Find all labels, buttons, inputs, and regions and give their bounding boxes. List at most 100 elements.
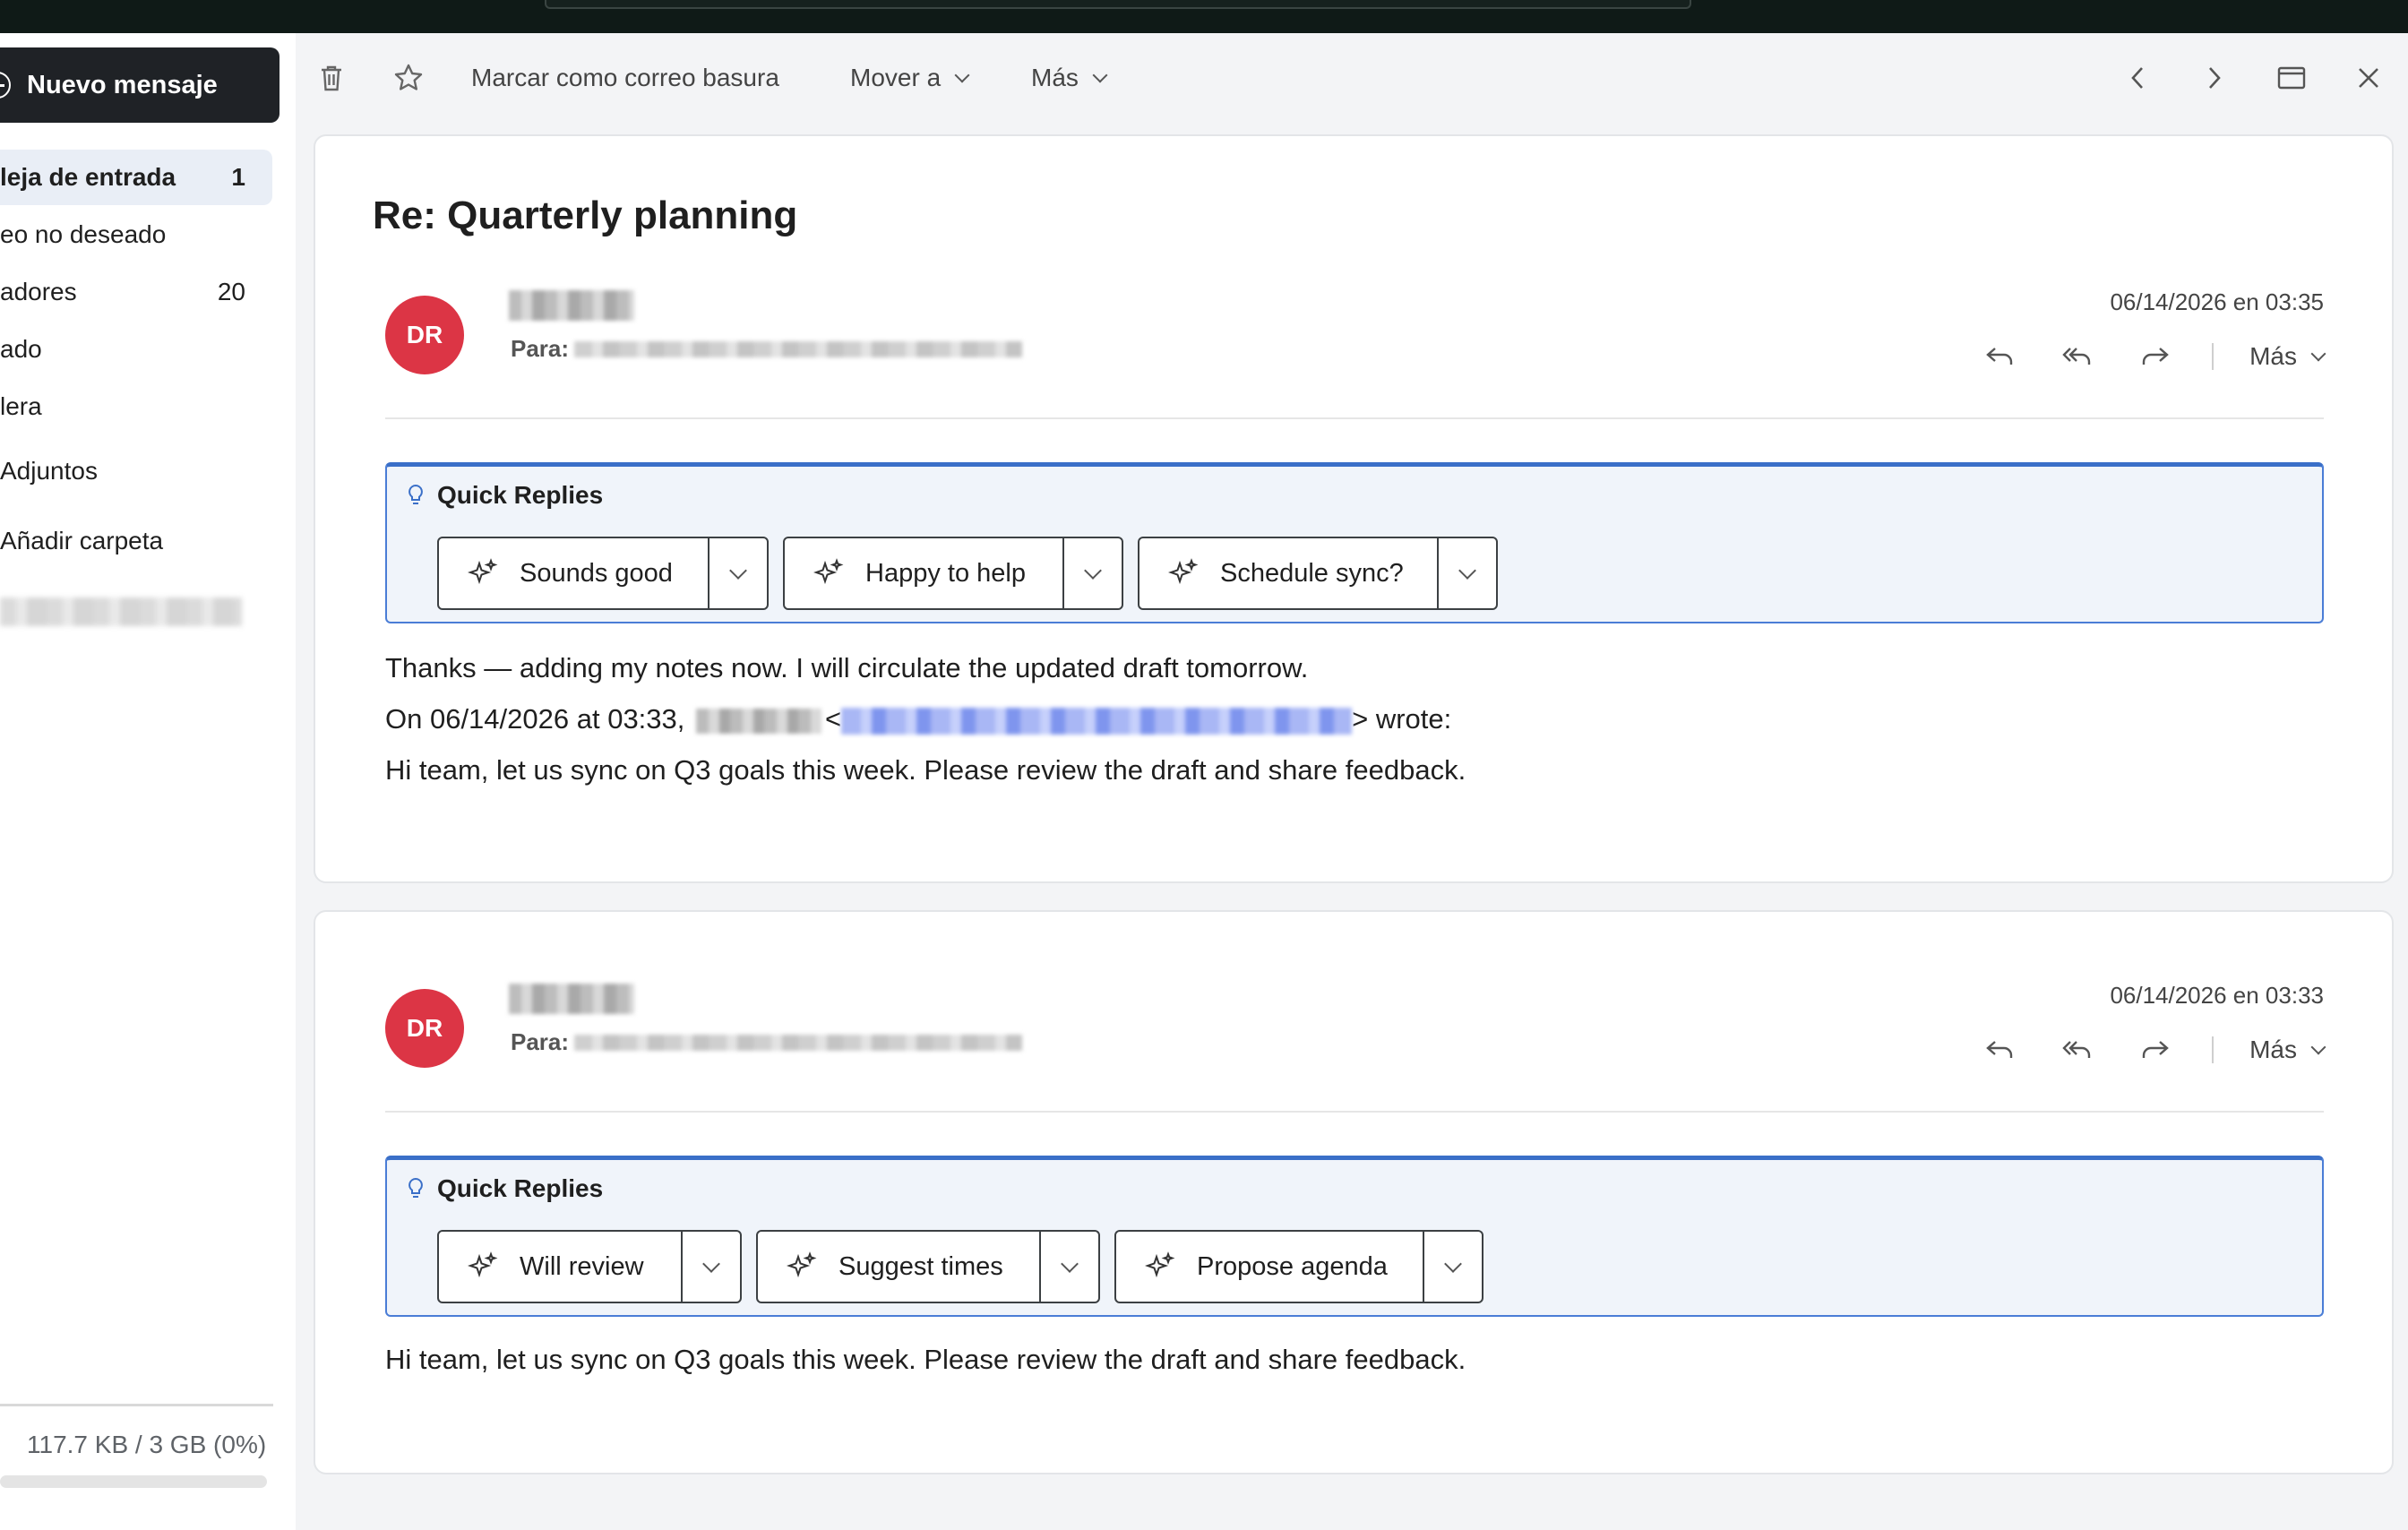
add-folder-button[interactable]: Añadir carpeta xyxy=(0,513,272,569)
folder-label: leja de entrada xyxy=(0,163,176,191)
sidebar-item-attachments[interactable]: Adjuntos xyxy=(0,443,272,499)
actions-divider xyxy=(2212,1036,2214,1063)
chevron-down-icon xyxy=(1092,67,1108,83)
quick-reply-label: Suggest times xyxy=(838,1251,1003,1281)
sender-name-redacted xyxy=(509,290,634,321)
compose-button[interactable]: Nuevo mensaje xyxy=(0,47,280,123)
quote-header-line: On 06/14/2026 at 03:33, < > wrote: xyxy=(385,703,1451,735)
message-more-dropdown[interactable]: Más xyxy=(2249,1036,2326,1064)
to-label: Para: xyxy=(511,335,570,362)
quick-reply-options-toggle[interactable] xyxy=(708,538,767,608)
window-icon[interactable] xyxy=(2274,60,2309,96)
reply-all-icon[interactable] xyxy=(2058,337,2097,376)
more-label: Más xyxy=(1031,64,1079,91)
chevron-down-icon xyxy=(1444,1255,1463,1273)
quick-reply-main[interactable]: Schedule sync? xyxy=(1140,538,1437,608)
quick-reply-options-toggle[interactable] xyxy=(1062,538,1122,608)
quote-prefix: On 06/14/2026 at 03:33, xyxy=(385,703,685,735)
quick-reply-label: Propose agenda xyxy=(1197,1251,1388,1281)
chevron-right-icon[interactable] xyxy=(2197,60,2232,96)
quick-reply-label: Sounds good xyxy=(520,558,673,588)
message-card: DR Para: 06/14/2026 en 03:33 Más Quick R… xyxy=(314,910,2394,1474)
move-to-label: Mover a xyxy=(850,64,942,91)
quick-reply-main[interactable]: Will review xyxy=(439,1232,681,1302)
quick-replies-title-text: Quick Replies xyxy=(437,481,604,509)
quoted-body-line: Hi team, let us sync on Q3 goals this we… xyxy=(385,754,1466,786)
chevron-down-icon xyxy=(954,67,970,83)
quick-reply-main[interactable]: Suggest times xyxy=(758,1232,1039,1302)
folder-label: eo no deseado xyxy=(0,220,167,248)
chevron-down-icon xyxy=(1458,562,1477,580)
move-to-dropdown[interactable]: Mover a xyxy=(850,62,970,94)
sidebar-item-trash[interactable]: lera xyxy=(0,379,272,434)
mark-spam-button[interactable]: Marcar como correo basura xyxy=(471,62,779,94)
quick-reply-button[interactable]: Propose agenda xyxy=(1114,1230,1484,1303)
quick-reply-button[interactable]: Schedule sync? xyxy=(1138,537,1498,610)
sparkle-icon xyxy=(468,558,498,585)
chevron-down-icon xyxy=(729,562,748,580)
search-bar[interactable] xyxy=(545,0,1691,9)
quick-reply-options-toggle[interactable] xyxy=(1423,1232,1482,1302)
reply-icon[interactable] xyxy=(1981,337,2020,376)
message-actions: Más xyxy=(1981,337,2326,376)
star-icon[interactable] xyxy=(391,60,426,96)
chevron-left-icon[interactable] xyxy=(2120,60,2155,96)
message-body-line: Hi team, let us sync on Q3 goals this we… xyxy=(385,1344,1466,1375)
quick-reply-button[interactable]: Sounds good xyxy=(437,537,769,610)
reply-icon[interactable] xyxy=(1981,1030,2020,1070)
sparkle-icon xyxy=(1145,1251,1175,1278)
chevron-down-icon xyxy=(702,1255,721,1273)
folder-label: lera xyxy=(0,392,42,420)
recipient-redacted xyxy=(574,340,1023,357)
quoted-sender-redacted xyxy=(696,708,822,734)
message-toolbar: Marcar como correo basura Mover a Más xyxy=(296,33,2408,123)
storage-usage-text: 117.7 KB / 3 GB (0%) xyxy=(27,1431,267,1458)
drafts-count: 20 xyxy=(217,278,245,305)
sidebar-item-spam[interactable]: eo no deseado xyxy=(0,207,272,262)
close-icon[interactable] xyxy=(2351,60,2386,96)
lightbulb-icon xyxy=(408,484,423,504)
quick-reply-label: Happy to help xyxy=(865,558,1026,588)
message-more-dropdown[interactable]: Más xyxy=(2249,342,2326,371)
quick-reply-options-toggle[interactable] xyxy=(1437,538,1496,608)
forward-icon[interactable] xyxy=(2135,337,2174,376)
quick-replies-panel: Quick Replies Will review Suggest times … xyxy=(385,1156,2324,1317)
plus-icon xyxy=(0,72,11,99)
quick-replies-title: Quick Replies xyxy=(407,481,603,510)
quick-reply-main[interactable]: Happy to help xyxy=(785,538,1062,608)
recipient-row: Para: xyxy=(511,1028,1023,1056)
quick-reply-options-toggle[interactable] xyxy=(1039,1232,1098,1302)
reply-all-icon[interactable] xyxy=(2058,1030,2097,1070)
sidebar-divider xyxy=(0,1404,273,1406)
quick-reply-button[interactable]: Will review xyxy=(437,1230,742,1303)
quick-reply-label: Schedule sync? xyxy=(1220,558,1404,588)
message-actions: Más xyxy=(1981,1030,2326,1070)
quick-reply-main[interactable]: Sounds good xyxy=(439,538,708,608)
chevron-down-icon xyxy=(1084,562,1103,580)
header-divider xyxy=(385,417,2324,419)
quick-replies-panel: Quick Replies Sounds good Happy to help … xyxy=(385,462,2324,623)
app-top-bar xyxy=(0,0,2408,33)
quick-reply-button[interactable]: Suggest times xyxy=(756,1230,1100,1303)
sidebar-item-inbox[interactable]: leja de entrada 1 xyxy=(0,150,272,205)
sparkle-icon xyxy=(787,1251,817,1278)
sparkle-icon xyxy=(1168,558,1199,585)
more-dropdown[interactable]: Más xyxy=(1031,62,1108,94)
forward-icon[interactable] xyxy=(2135,1030,2174,1070)
sparkle-icon xyxy=(468,1251,498,1278)
message-body-line: Thanks — adding my notes now. I will cir… xyxy=(385,652,1309,683)
sidebar-item-sent[interactable]: ado xyxy=(0,322,272,377)
quick-reply-label: Will review xyxy=(520,1251,644,1281)
sidebar-item-drafts[interactable]: adores 20 xyxy=(0,264,272,320)
quick-reply-main[interactable]: Propose agenda xyxy=(1116,1232,1423,1302)
folder-label: Adjuntos xyxy=(0,457,98,485)
trash-icon[interactable] xyxy=(314,60,349,96)
sparkle-icon xyxy=(813,558,844,585)
quick-replies-title: Quick Replies xyxy=(407,1174,603,1203)
quick-reply-options-toggle[interactable] xyxy=(681,1232,740,1302)
message-date: 06/14/2026 en 03:35 xyxy=(2110,288,2324,315)
quick-reply-button[interactable]: Happy to help xyxy=(783,537,1123,610)
to-label: Para: xyxy=(511,1028,570,1055)
quoted-email-link-redacted[interactable] xyxy=(841,707,1353,735)
quick-replies-title-text: Quick Replies xyxy=(437,1174,604,1202)
